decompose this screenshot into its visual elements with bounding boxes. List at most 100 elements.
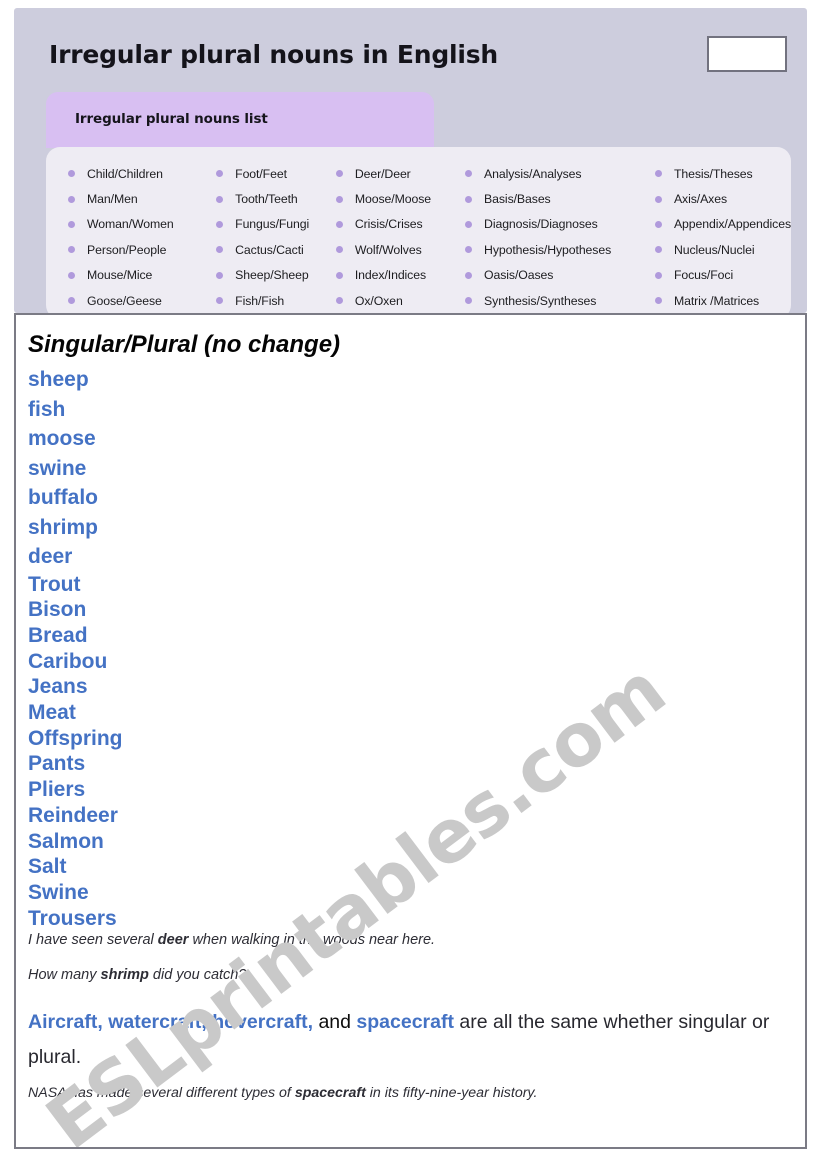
sentence-shrimp-prefix: How many [28,967,101,983]
noun-pair-item: Sheep/Sheep [216,263,314,288]
noun-pair-label: Hypothesis/Hypotheses [484,242,612,257]
noun-pair-label: Index/Indices [354,268,427,283]
no-change-word: Reindeer [28,803,118,827]
craft-words-group-1: Aircraft, watercraft, hovercraft, [28,1011,314,1033]
noun-pair-item: Woman/Women [68,212,194,237]
no-change-word-list: sheep fish moose swine buffalo shrimp deer Trou… [28,365,328,931]
section-heading: Singular/Plural (no change) [28,331,341,358]
bullet-icon [335,246,343,254]
noun-pair-item: Man/Men [68,186,194,211]
bullet-icon [335,271,343,279]
noun-pair-label: Foot/Feet [235,166,287,181]
noun-pair-label: Ox/Oxen [354,293,403,308]
noun-pair-item: Crisis/Crises [335,212,443,237]
bullet-icon [335,170,343,178]
bullet-icon [335,297,343,305]
bullet-icon [216,195,224,203]
noun-pair-item: Nucleus/Nuclei [654,237,791,262]
list-heading-label: Irregular plural nouns list [75,111,268,127]
bullet-icon [335,220,343,228]
no-change-word: Trousers [28,906,117,930]
no-change-word: shrimp [28,515,99,539]
bullet-icon [465,246,473,254]
sentence-shrimp-suffix: did you catch? [148,967,247,983]
no-change-word: deer [28,545,73,568]
bullet-icon [465,170,473,178]
noun-pair-label: Nucleus/Nuclei [673,242,755,257]
noun-pair-item: Person/People [68,237,194,262]
noun-pair-item: Ox/Oxen [335,288,443,313]
noun-pair-item: Fungus/Fungi [216,212,314,237]
bullet-icon [465,297,473,305]
noun-pair-item: Tooth/Teeth [216,186,314,211]
noun-pair-label: Man/Men [87,192,138,207]
noun-pair-item: Cactus/Cacti [216,237,314,262]
bullet-icon [654,195,662,203]
bullet-icon [68,195,75,203]
noun-pair-item: Focus/Foci [654,263,791,288]
noun-pair-item: Synthesis/Syntheses [465,288,633,313]
answer-input-box[interactable] [707,36,787,72]
bullet-icon [654,220,662,228]
sentence-deer-suffix: when walking in the woods near here. [188,932,436,948]
noun-pair-label: Woman/Women [87,217,174,232]
noun-pair-item: Fish/Fish [216,288,314,313]
bullet-icon [654,271,662,279]
noun-pair-item: Deer/Deer [335,161,443,186]
no-change-word: Salmon [28,829,104,853]
noun-pair-label: Cactus/Cacti [235,242,304,257]
noun-column: Thesis/Theses Axis/Axes Appendix/Appendice… [633,161,791,313]
noun-pair-item: Axis/Axes [654,186,791,211]
list-heading-pill: Irregular plural nouns list [46,92,434,148]
noun-column: Foot/Feet Tooth/Teeth Fungus/Fungi Cactus/C… [194,161,314,313]
bullet-icon [68,297,75,305]
no-change-word: buffalo [28,486,98,509]
no-change-word: Jeans [28,675,88,699]
irregular-noun-list-card: Child/Children Man/Men Woman/Women Person/P… [46,147,791,313]
noun-pair-label: Wolf/Wolves [354,242,422,257]
no-change-word: Bread [28,623,88,647]
bullet-icon [465,195,473,203]
noun-pair-label: Moose/Moose [354,192,431,207]
noun-pair-label: Basis/Bases [484,192,551,207]
header-panel: Irregular plural nouns in English Irregu… [14,8,807,313]
bullet-icon [68,170,75,178]
no-change-word: sheep [28,368,89,391]
noun-pair-item: Foot/Feet [216,161,314,186]
sentence-deer-keyword: deer [157,932,189,948]
noun-pair-label: Sheep/Sheep [235,268,309,283]
noun-pair-item: Thesis/Theses [654,161,791,186]
noun-pair-label: Appendix/Appendices [673,217,791,232]
bullet-icon [216,271,224,279]
craft-words-group-2: spacecraft [356,1011,454,1033]
page-title: Irregular plural nouns in English [49,40,499,69]
noun-pair-label: Fungus/Fungi [235,217,310,232]
sentence-nasa-keyword: spacecraft [294,1085,366,1101]
noun-column: Analysis/Analyses Basis/Bases Diagnosis/Di… [443,161,633,313]
noun-pair-label: Fish/Fish [235,293,285,308]
noun-pair-label: Goose/Geese [87,293,162,308]
noun-pair-label: Person/People [87,242,167,257]
sentence-nasa-suffix: in its fifty-nine-year history. [365,1085,538,1101]
craft-conjunction: and [313,1011,357,1033]
no-change-word: Salt [28,855,67,879]
noun-pair-item: Analysis/Analyses [465,161,633,186]
no-change-word: Caribou [28,649,108,673]
noun-pair-label: Thesis/Theses [673,166,753,181]
noun-pair-label: Mouse/Mice [87,268,153,283]
no-change-word: Bison [28,598,87,622]
bullet-icon [465,220,473,228]
no-change-word: Offspring [28,726,123,750]
bullet-icon [216,220,224,228]
bullet-icon [465,271,473,279]
noun-column: Deer/Deer Moose/Moose Crisis/Crises Wolf/Wo… [314,161,443,313]
no-change-word: Meat [28,701,76,725]
noun-pair-item: Wolf/Wolves [335,237,443,262]
noun-pair-label: Matrix /Matrices [673,293,760,308]
noun-pair-item: Basis/Bases [465,186,633,211]
noun-pair-item: Matrix /Matrices [654,288,791,313]
bullet-icon [68,220,75,228]
bullet-icon [654,170,662,178]
no-change-word: fish [28,397,66,421]
sentence-nasa-prefix: NASA has made several different types of [28,1085,295,1101]
